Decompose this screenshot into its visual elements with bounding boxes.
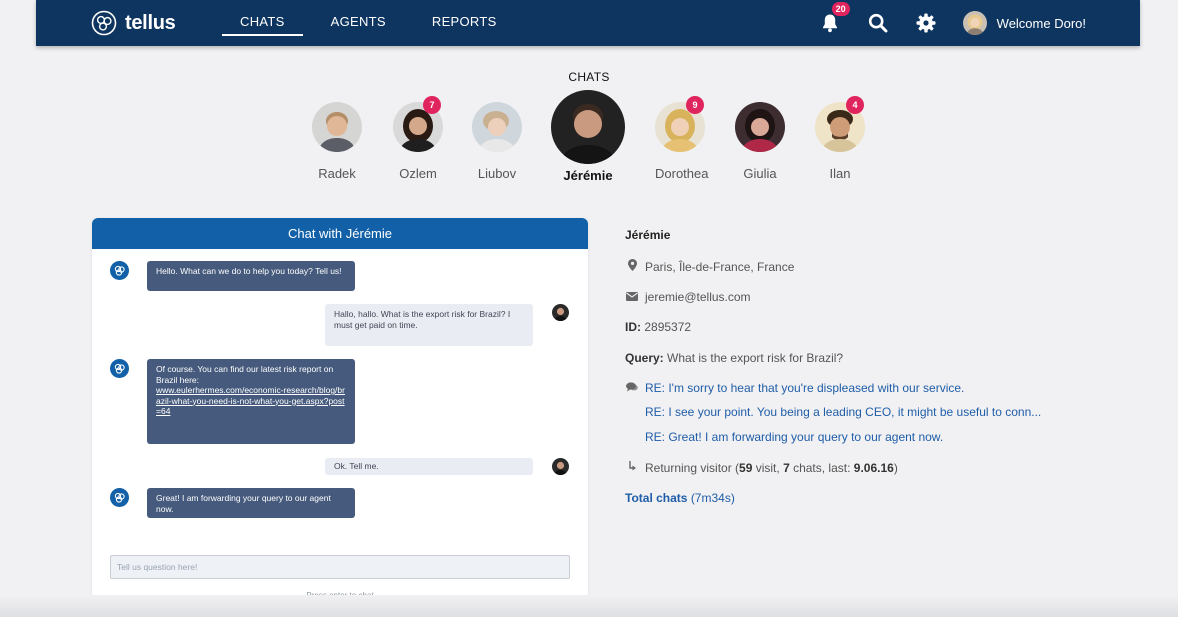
user-message: Hallo, hallo. What is the export risk fo… [325, 304, 533, 346]
avatar [551, 90, 625, 164]
comments-icon [625, 382, 639, 395]
brand-name: tellus [125, 11, 176, 34]
contact-liubov[interactable]: Liubov [472, 102, 522, 181]
bot-avatar-icon [110, 359, 129, 378]
id-label: ID: [625, 320, 641, 334]
chat-header: Chat with Jérémie [92, 218, 588, 249]
total-chats-duration: (7m34s) [690, 491, 735, 505]
nav-reports[interactable]: REPORTS [414, 0, 515, 46]
visitor-location: Paris, Île-de-France, France [625, 259, 794, 274]
user-avatar[interactable] [962, 11, 987, 35]
visitor-name: Jérémie [625, 228, 671, 242]
avatar [735, 102, 785, 152]
thread-item[interactable]: RE: Great! I am forwarding your query to… [645, 430, 943, 444]
page-bottom-shade [0, 595, 1178, 617]
bot-message: Great! I am forwarding your query to our… [147, 488, 355, 518]
nav-chats[interactable]: CHATS [222, 0, 303, 36]
notifications-button[interactable]: 20 [819, 2, 850, 34]
bot-message: Of course. You can find our latest risk … [147, 359, 355, 444]
visitor-email: jeremie@tellus.com [625, 290, 751, 304]
contact-name: Ilan [829, 166, 851, 181]
chat-count: 7 [783, 461, 790, 475]
envelope-icon [625, 292, 639, 304]
contact-name: Radek [318, 166, 356, 181]
total-chats-link[interactable]: Total chats (7m34s) [625, 491, 735, 505]
user-avatar-icon [552, 458, 569, 475]
chats-section-title: CHATS [568, 70, 610, 84]
bot-avatar-icon [110, 261, 129, 280]
returning-visitor: Returning visitor (59 visit, 7 chats, la… [625, 461, 898, 475]
visitor-query: Query: What is the export risk for Brazi… [625, 351, 843, 365]
returning-prefix: Returning visitor ( [645, 461, 740, 475]
visit-suffix: visit, [752, 461, 784, 475]
user-message: Ok. Tell me. [325, 458, 533, 475]
nav-agents[interactable]: AGENTS [313, 0, 404, 46]
query-label: Query: [625, 351, 664, 365]
visit-count: 59 [739, 461, 753, 475]
contact-jeremie[interactable]: Jérémie [551, 90, 625, 183]
search-icon [868, 13, 888, 33]
unread-badge: 7 [423, 96, 441, 114]
unread-badge: 9 [686, 96, 704, 114]
contact-radek[interactable]: Radek [312, 102, 362, 181]
contact-name: Giulia [743, 166, 777, 181]
returning-close: ) [893, 461, 898, 475]
id-value: 2895372 [644, 320, 692, 334]
gear-icon [916, 13, 936, 33]
contact-giulia[interactable]: Giulia [735, 102, 785, 181]
user-avatar-icon [552, 304, 569, 321]
header-tools: 20 Welcome Doro! [819, 0, 1086, 46]
query-value: What is the export risk for Brazil? [667, 351, 844, 365]
map-pin-icon [625, 259, 639, 274]
email-text[interactable]: jeremie@tellus.com [645, 290, 751, 304]
avatar [312, 102, 362, 152]
thread-link[interactable]: RE: I see your point. You being a leadin… [645, 405, 1041, 419]
tellus-logo-icon [91, 10, 117, 36]
total-chats-label: Total chats [625, 491, 688, 505]
thread-link[interactable]: RE: Great! I am forwarding your query to… [645, 430, 943, 444]
contact-ilan[interactable]: 4 Ilan [815, 96, 865, 181]
avatar [472, 102, 522, 152]
bell-icon [822, 14, 837, 33]
welcome-text[interactable]: Welcome Doro! [997, 16, 1086, 31]
visitor-id: ID: 2895372 [625, 320, 691, 334]
settings-button[interactable] [915, 12, 937, 34]
contact-name: Liubov [477, 166, 517, 181]
contact-dorothea[interactable]: 9 Dorothea [655, 96, 709, 181]
contact-name: Dorothea [655, 166, 709, 181]
last-visit-date: 9.06.16 [853, 461, 894, 475]
message-text: Of course. You can find our latest risk … [156, 364, 334, 385]
contact-name: Ozlem [399, 166, 437, 181]
location-text: Paris, Île-de-France, France [645, 260, 795, 274]
chats-suffix: chats, last: [789, 461, 854, 475]
top-navbar: tellus CHATS AGENTS REPORTS 20 Welcome D… [36, 0, 1140, 46]
chat-message-input[interactable] [110, 555, 570, 579]
bot-avatar-icon [110, 488, 129, 507]
bot-message: Hello. What can we do to help you today?… [147, 261, 355, 291]
return-arrow-icon [625, 461, 639, 475]
main-nav: CHATS AGENTS REPORTS [222, 0, 525, 46]
contact-ozlem[interactable]: 7 Ozlem [393, 96, 443, 181]
thread-link[interactable]: RE: I'm sorry to hear that you're disple… [645, 381, 964, 395]
search-button[interactable] [867, 12, 889, 34]
unread-badge: 4 [846, 96, 864, 114]
contact-name: Jérémie [563, 168, 613, 183]
thread-item[interactable]: RE: I see your point. You being a leadin… [645, 405, 1041, 419]
brand[interactable]: tellus [91, 10, 176, 36]
chat-panel: Chat with Jérémie Hello. What can we do … [92, 218, 588, 610]
thread-item[interactable]: RE: I'm sorry to hear that you're disple… [625, 381, 964, 395]
risk-report-link[interactable]: www.eulerhermes.com/economic-research/bl… [156, 385, 345, 416]
notification-badge: 20 [831, 2, 850, 16]
